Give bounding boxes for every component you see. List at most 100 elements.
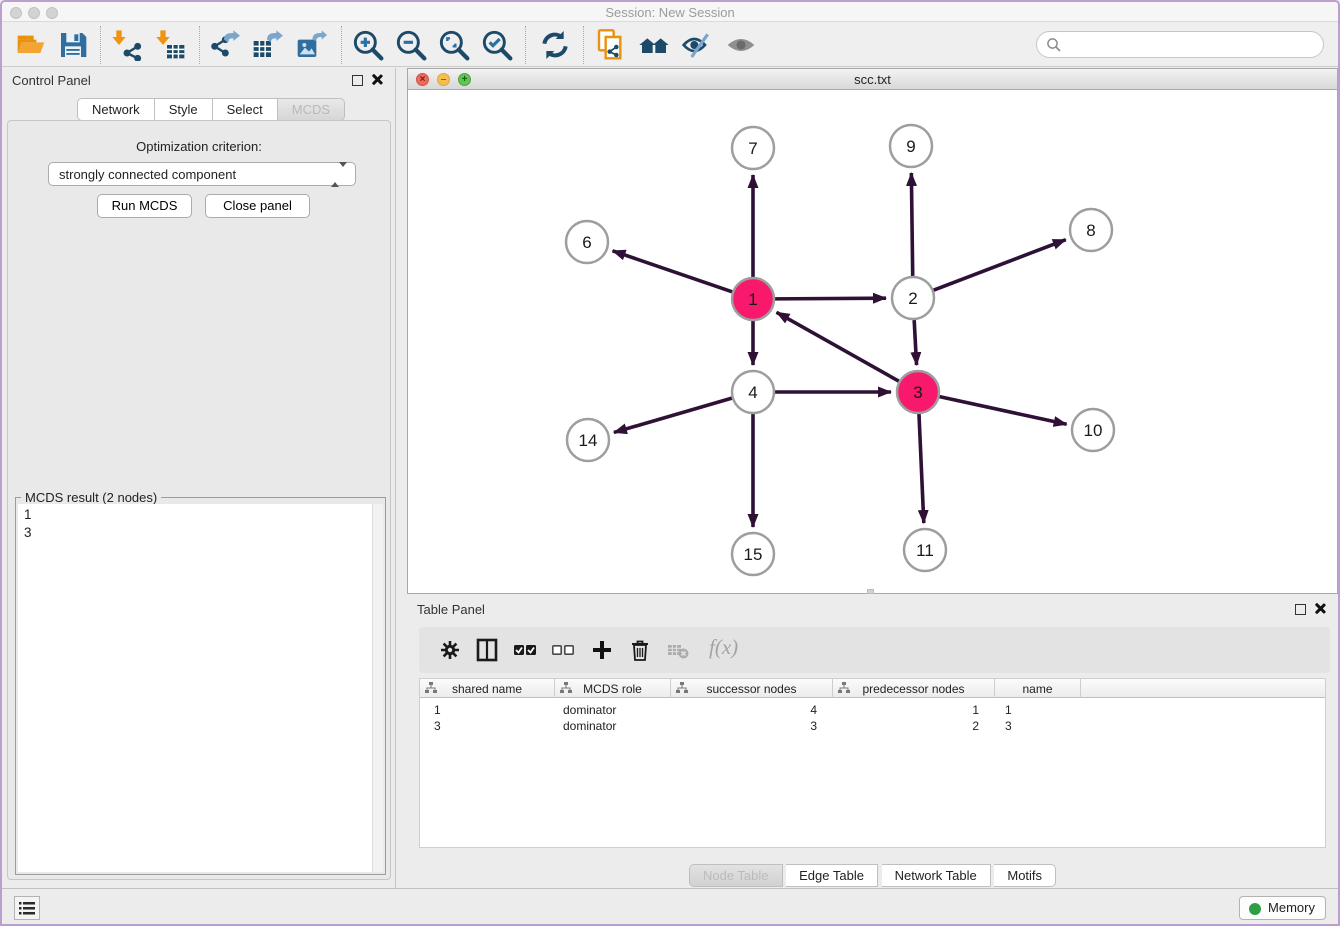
cell-predecessor-nodes: 2 <box>833 719 979 733</box>
edge-2-8[interactable] <box>934 240 1066 291</box>
clone-network-icon[interactable] <box>594 29 628 61</box>
close-panel-icon[interactable] <box>370 73 383 86</box>
mcds-panel-body: Optimization criterion: strongly connect… <box>7 120 391 880</box>
check-all-icon[interactable] <box>512 638 538 662</box>
cell-shared-name: 1 <box>434 703 441 717</box>
home-networks-icon[interactable] <box>637 29 671 61</box>
control-panel-header: Control Panel <box>2 68 395 94</box>
refresh-icon[interactable] <box>538 29 572 61</box>
trash-icon[interactable] <box>627 638 653 662</box>
edge-4-14[interactable] <box>614 398 732 432</box>
memory-button[interactable]: Memory <box>1239 896 1326 920</box>
column-header-successor-nodes[interactable]: successor nodes <box>671 679 833 698</box>
node-9[interactable]: 9 <box>890 125 932 167</box>
float-table-panel-icon[interactable] <box>1295 604 1306 615</box>
run-mcds-button[interactable]: Run MCDS <box>97 194 192 218</box>
export-image-icon[interactable] <box>294 29 328 61</box>
close-table-panel-icon[interactable] <box>1313 602 1326 615</box>
zoom-selected-icon[interactable] <box>480 29 514 61</box>
import-network-icon[interactable] <box>110 29 144 61</box>
splitter-handle[interactable] <box>867 589 874 594</box>
gear-icon[interactable] <box>437 638 463 662</box>
node-7[interactable]: 7 <box>732 127 774 169</box>
status-bar: Memory <box>2 888 1338 924</box>
zoom-out-icon[interactable] <box>394 29 428 61</box>
mcds-result-list[interactable]: 1 3 <box>18 504 383 872</box>
table-row[interactable]: 1 dominator 4 1 1 <box>420 701 1325 717</box>
search-input[interactable] <box>1067 34 1315 55</box>
tab-mcds[interactable]: MCDS <box>278 98 345 121</box>
delete-table-icon[interactable] <box>665 638 691 662</box>
edge-2-9[interactable] <box>911 173 912 276</box>
edge-1-6[interactable] <box>613 251 733 292</box>
node-6[interactable]: 6 <box>566 221 608 263</box>
tab-edge-table[interactable]: Edge Table <box>786 864 878 887</box>
result-scrollbar[interactable] <box>372 504 383 872</box>
function-builder-icon[interactable]: f(x) <box>709 635 738 660</box>
export-network-icon[interactable] <box>207 29 241 61</box>
open-folder-icon[interactable] <box>14 29 48 61</box>
tab-motifs[interactable]: Motifs <box>994 864 1056 887</box>
hide-eye-icon[interactable] <box>680 29 714 61</box>
cell-mcds-role: dominator <box>563 703 616 717</box>
search-field <box>1036 31 1324 58</box>
column-header-predecessor-nodes[interactable]: predecessor nodes <box>833 679 995 698</box>
node-4[interactable]: 4 <box>732 371 774 413</box>
control-panel: Control Panel Network Style Select MCDS … <box>2 68 396 890</box>
toolbar-separator <box>525 26 526 64</box>
column-header-name[interactable]: name <box>995 679 1081 698</box>
export-table-icon[interactable] <box>250 29 284 61</box>
cell-shared-name: 3 <box>434 719 441 733</box>
column-header-shared-name[interactable]: shared name <box>420 679 555 698</box>
task-history-button[interactable] <box>14 896 40 920</box>
node-table: shared name MCDS role successor nodes pr… <box>419 678 1326 848</box>
float-panel-icon[interactable] <box>352 75 363 86</box>
columns-icon[interactable] <box>474 638 500 662</box>
node-3[interactable]: 3 <box>897 371 939 413</box>
node-table-header: shared name MCDS role successor nodes pr… <box>420 679 1325 698</box>
node-11[interactable]: 11 <box>904 529 946 571</box>
cell-successor-nodes: 4 <box>671 703 817 717</box>
tab-network[interactable]: Network <box>77 98 155 121</box>
table-panel: Table Panel <box>407 597 1338 890</box>
network-graph[interactable]: 7 9 6 8 1 2 4 3 14 10 15 11 <box>408 90 1337 593</box>
svg-text:9: 9 <box>906 137 915 156</box>
result-value: 1 <box>24 507 383 522</box>
edge-3-1[interactable] <box>777 312 899 381</box>
tab-style[interactable]: Style <box>155 98 213 121</box>
import-table-icon[interactable] <box>154 29 188 61</box>
save-icon[interactable] <box>56 29 90 61</box>
cell-successor-nodes: 3 <box>671 719 817 733</box>
tab-network-table[interactable]: Network Table <box>882 864 991 887</box>
node-1[interactable]: 1 <box>732 278 774 320</box>
tab-node-table[interactable]: Node Table <box>689 864 783 887</box>
close-panel-button[interactable]: Close panel <box>205 194 310 218</box>
zoom-fit-icon[interactable] <box>437 29 471 61</box>
optimization-criterion-label: Optimization criterion: <box>8 139 390 154</box>
tab-select[interactable]: Select <box>213 98 278 121</box>
table-panel-header: Table Panel <box>407 597 1338 623</box>
node-10[interactable]: 10 <box>1072 409 1114 451</box>
add-icon[interactable] <box>589 638 615 662</box>
main-toolbar <box>2 22 1338 67</box>
cell-mcds-role: dominator <box>563 719 616 733</box>
table-row[interactable]: 3 dominator 3 2 3 <box>420 717 1325 733</box>
criterion-select[interactable]: strongly connected component <box>48 162 356 186</box>
show-eye-icon[interactable] <box>724 29 758 61</box>
toolbar-separator <box>583 26 584 64</box>
node-2[interactable]: 2 <box>892 277 934 319</box>
control-panel-title: Control Panel <box>12 73 91 88</box>
uncheck-all-icon[interactable] <box>550 638 576 662</box>
toolbar-separator <box>100 26 101 64</box>
edge-3-11[interactable] <box>919 414 924 523</box>
edge-3-10[interactable] <box>939 397 1066 425</box>
control-panel-tabs: Network Style Select MCDS <box>77 98 345 121</box>
edge-2-3[interactable] <box>914 320 916 365</box>
node-14[interactable]: 14 <box>567 419 609 461</box>
zoom-in-icon[interactable] <box>351 29 385 61</box>
edge-1-2[interactable] <box>775 298 886 299</box>
column-header-mcds-role[interactable]: MCDS role <box>555 679 671 698</box>
node-8[interactable]: 8 <box>1070 209 1112 251</box>
node-15[interactable]: 15 <box>732 533 774 575</box>
network-window-titlebar[interactable]: × – + scc.txt <box>408 69 1337 90</box>
